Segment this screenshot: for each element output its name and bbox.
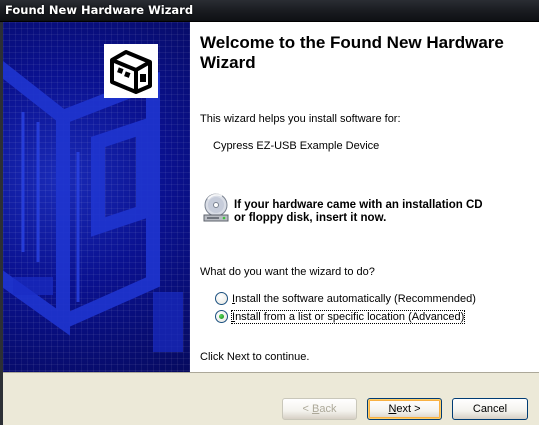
device-name: Cypress EZ-USB Example Device bbox=[213, 140, 380, 152]
button-bar: < Back Next > Cancel bbox=[3, 372, 539, 425]
continue-hint: Click Next to continue. bbox=[200, 351, 310, 363]
cd-drive-icon bbox=[202, 193, 230, 223]
wizard-banner bbox=[3, 22, 190, 372]
intro-text: This wizard helps you install software f… bbox=[200, 113, 401, 125]
wizard-content: Welcome to the Found New Hardware Wizard… bbox=[190, 22, 539, 372]
title-bar[interactable]: Found New Hardware Wizard bbox=[0, 0, 539, 22]
option-install-from-list-label[interactable]: Install from a list or specific location… bbox=[230, 309, 466, 324]
hardware-card-icon bbox=[104, 44, 158, 98]
back-button[interactable]: < Back bbox=[282, 398, 357, 420]
banner-hardware-art bbox=[3, 60, 183, 352]
next-button[interactable]: Next > bbox=[367, 398, 442, 420]
cd-instruction-line-1: If your hardware came with an installati… bbox=[234, 199, 483, 211]
radio-install-automatically[interactable] bbox=[215, 292, 228, 305]
cd-instruction-line-2: or floppy disk, insert it now. bbox=[234, 212, 387, 224]
radio-install-from-list[interactable] bbox=[215, 310, 228, 323]
cancel-button[interactable]: Cancel bbox=[452, 398, 528, 420]
page-title: Welcome to the Found New Hardware Wizard bbox=[200, 33, 504, 72]
option-install-automatically[interactable]: Install the software automatically (Reco… bbox=[215, 292, 476, 305]
question-label: What do you want the wizard to do? bbox=[200, 266, 375, 278]
option-install-automatically-label[interactable]: Install the software automatically (Reco… bbox=[232, 293, 476, 305]
cd-instruction: If your hardware came with an installati… bbox=[234, 199, 483, 225]
option-install-from-list[interactable]: Install from a list or specific location… bbox=[215, 309, 466, 324]
window-title: Found New Hardware Wizard bbox=[5, 3, 194, 17]
